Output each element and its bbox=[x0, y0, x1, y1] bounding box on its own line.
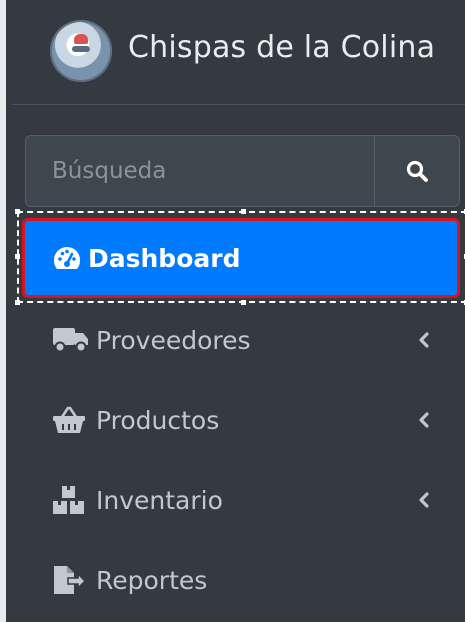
nav-item-label: Dashboard bbox=[88, 243, 241, 273]
chevron-left-icon bbox=[419, 412, 429, 428]
nav-item-dashboard[interactable]: Dashboard bbox=[22, 218, 460, 298]
brand-link[interactable]: Chispas de la Colina bbox=[12, 0, 465, 105]
chevron-left-icon bbox=[419, 332, 429, 348]
nav-item-label: Proveedores bbox=[96, 325, 251, 355]
truck-icon bbox=[52, 325, 94, 355]
file-export-icon bbox=[52, 565, 94, 595]
brand-logo-image bbox=[50, 20, 112, 82]
nav-item-inventario[interactable]: Inventario bbox=[12, 470, 465, 530]
nav-item-label: Productos bbox=[96, 405, 220, 435]
tachometer-icon bbox=[52, 243, 88, 273]
nav-item-label: Inventario bbox=[96, 485, 223, 515]
chevron-left-icon bbox=[419, 492, 429, 508]
search-input[interactable] bbox=[26, 136, 375, 206]
search-icon bbox=[406, 160, 428, 182]
sidebar-search bbox=[25, 135, 460, 207]
shopping-basket-icon bbox=[52, 405, 94, 435]
sidebar: Chispas de la Colina Dashboard bbox=[0, 0, 465, 622]
nav-item-proveedores[interactable]: Proveedores bbox=[12, 310, 465, 370]
nav-item-label: Reportes bbox=[96, 565, 208, 595]
nav-item-reportes[interactable]: Reportes bbox=[12, 550, 465, 610]
nav-item-productos[interactable]: Productos bbox=[12, 390, 465, 450]
brand-name: Chispas de la Colina bbox=[128, 30, 436, 65]
boxes-icon bbox=[52, 485, 94, 515]
search-button[interactable] bbox=[374, 136, 459, 206]
